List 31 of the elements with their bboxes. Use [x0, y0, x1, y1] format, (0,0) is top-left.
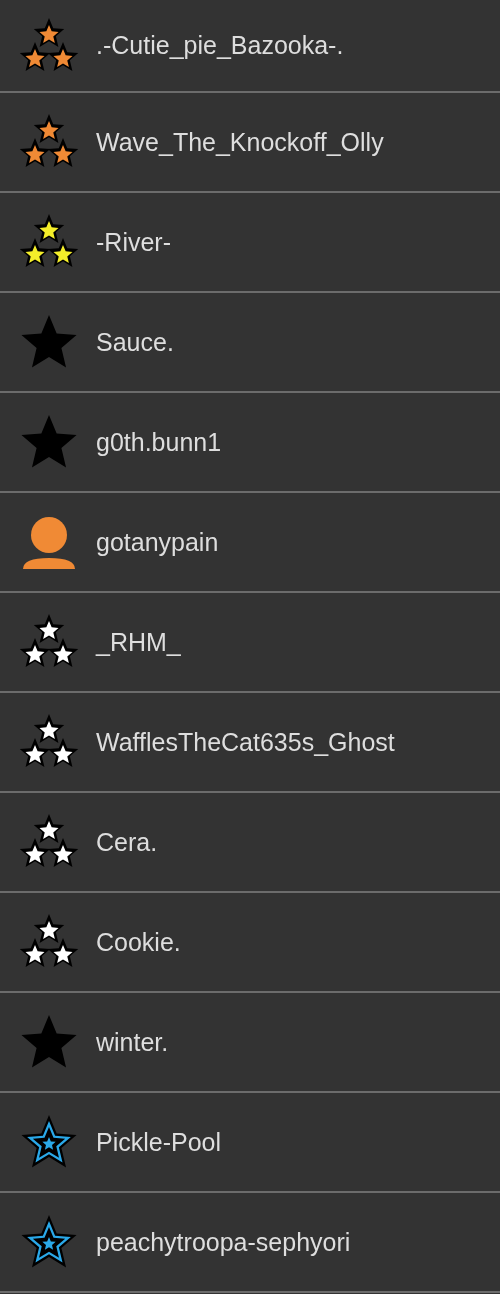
star-icon [19, 414, 79, 470]
username: Cookie. [96, 927, 181, 957]
user-row[interactable]: winter. [0, 993, 500, 1093]
user-row[interactable]: Sauce. [0, 293, 500, 393]
user-row[interactable]: peachytroopa-sephyori [0, 1193, 500, 1293]
username: peachytroopa-sephyori [96, 1227, 351, 1257]
user-row[interactable]: gotanypain [0, 493, 500, 593]
star-icon [19, 1014, 79, 1070]
star-icon [19, 314, 79, 370]
username: gotanypain [96, 527, 219, 557]
username: Wave_The_Knockoff_Olly [96, 127, 384, 157]
username: WafflesTheCat635s_Ghost [96, 727, 395, 757]
username: Cera. [96, 827, 158, 857]
username: Sauce. [96, 327, 174, 357]
user-row[interactable]: .-Cutie_pie_Bazooka-. [0, 0, 500, 93]
user-row[interactable]: Cera. [0, 793, 500, 893]
username: Pickle-Pool [96, 1127, 222, 1157]
star-outline-icon [19, 1114, 79, 1170]
user-row[interactable]: g0th.bunn1 [0, 393, 500, 493]
username: -River- [96, 227, 171, 257]
user-row[interactable]: Wave_The_Knockoff_Olly [0, 93, 500, 193]
user-row[interactable]: Cookie. [0, 893, 500, 993]
user-row[interactable]: -River- [0, 193, 500, 293]
star-outline-icon [19, 1214, 79, 1270]
username: _RHM_ [96, 627, 181, 657]
username: .-Cutie_pie_Bazooka-. [96, 31, 344, 60]
username: g0th.bunn1 [96, 427, 222, 457]
user-row[interactable]: Pickle-Pool [0, 1093, 500, 1193]
username: winter. [96, 1027, 169, 1057]
user-row[interactable]: WafflesTheCat635s_Ghost [0, 693, 500, 793]
user-row[interactable]: _RHM_ [0, 593, 500, 693]
